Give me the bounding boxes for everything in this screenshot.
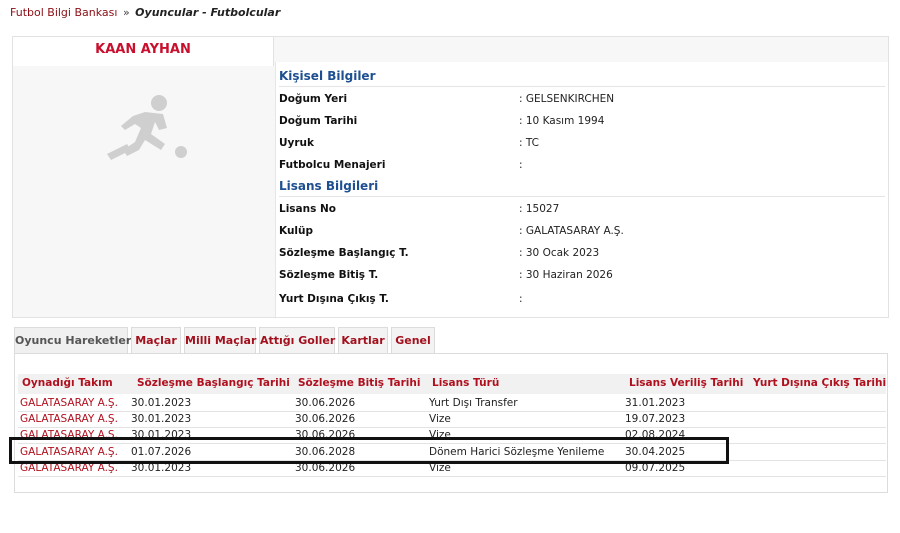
info-label: Yurt Dışına Çıkış T.	[279, 293, 389, 305]
info-value: : GELSENKIRCHEN	[519, 93, 615, 105]
cell-license-type: Yurt Dışı Transfer	[429, 397, 518, 409]
info-value: : GALATASARAY A.Ş.	[519, 225, 624, 237]
info-label: Doğum Yeri	[279, 93, 348, 105]
breadcrumb-separator: »	[122, 6, 130, 19]
info-value: : 10 Kasım 1994	[519, 115, 605, 127]
player-movements-table: Oynadığı Takım Sözleşme Başlangıç Tarihi…	[14, 353, 888, 493]
section-divider	[279, 196, 885, 197]
info-row-nationality: Uyruk : TC	[279, 137, 885, 157]
table-row: GALATASARAY A.Ş. 30.01.2023 30.06.2026 Y…	[18, 396, 886, 412]
info-label: Futbolcu Menajeri	[279, 159, 386, 171]
info-value: :	[519, 159, 523, 171]
breadcrumb: Futbol Bilgi Bankası » Oyuncular - Futbo…	[10, 6, 280, 19]
section-divider	[279, 86, 885, 87]
info-label: Uyruk	[279, 137, 315, 149]
player-photo	[13, 66, 273, 317]
breadcrumb-current: Oyuncular - Futbolcular	[135, 6, 281, 19]
column-header-contract-end: Sözleşme Bitiş Tarihi	[298, 377, 421, 389]
info-value: : 30 Ocak 2023	[519, 247, 600, 259]
info-label: Lisans No	[279, 203, 337, 215]
info-row-abroad-exit: Yurt Dışına Çıkış T. :	[279, 293, 885, 313]
info-row-contract-end: Sözleşme Bitiş T. : 30 Haziran 2026	[279, 269, 885, 289]
tab-player-movements[interactable]: Oyuncu Hareketleri	[14, 327, 135, 354]
player-info-panel: Kişisel Bilgiler Doğum Yeri : GELSENKIRC…	[275, 62, 888, 317]
table-row: GALATASARAY A.Ş. 30.01.2023 30.06.2026 V…	[18, 412, 886, 428]
info-row-birthplace: Doğum Yeri : GELSENKIRCHEN	[279, 93, 885, 113]
info-label: Kulüp	[279, 225, 314, 237]
info-row-license-no: Lisans No : 15027	[279, 203, 885, 223]
footballer-silhouette-icon	[107, 95, 187, 160]
cell-contract-end: 30.06.2026	[295, 413, 356, 425]
player-name-tab: KAAN AYHAN	[12, 36, 274, 66]
cell-team[interactable]: GALATASARAY A.Ş.	[20, 413, 118, 425]
info-row-agent: Futbolcu Menajeri :	[279, 159, 885, 179]
info-value: : 15027	[519, 203, 560, 215]
info-row-birthdate: Doğum Tarihi : 10 Kasım 1994	[279, 115, 885, 135]
info-value: : TC	[519, 137, 540, 149]
cell-license-date: 19.07.2023	[625, 413, 686, 425]
column-header-license-date: Lisans Veriliş Tarihi	[629, 377, 744, 389]
cell-contract-end: 30.06.2026	[295, 397, 356, 409]
info-value: : 30 Haziran 2026	[519, 269, 613, 281]
tab-goals[interactable]: Attığı Goller	[259, 327, 335, 353]
cell-license-date: 31.01.2023	[625, 397, 686, 409]
column-header-team: Oynadığı Takım	[22, 377, 113, 389]
tab-matches[interactable]: Maçlar	[131, 327, 181, 353]
player-name: KAAN AYHAN	[95, 42, 191, 57]
info-row-club: Kulüp : GALATASARAY A.Ş.	[279, 225, 885, 245]
column-header-contract-start: Sözleşme Başlangıç Tarihi	[137, 377, 290, 389]
tab-general[interactable]: Genel	[391, 327, 435, 353]
breadcrumb-root-link[interactable]: Futbol Bilgi Bankası	[10, 6, 117, 19]
column-header-license-type: Lisans Türü	[432, 377, 500, 389]
cell-contract-start: 30.01.2023	[131, 397, 192, 409]
column-header-abroad-exit: Yurt Dışına Çıkış Tarihi	[753, 377, 887, 389]
info-label: Doğum Tarihi	[279, 115, 358, 127]
tab-national-matches[interactable]: Milli Maçlar	[184, 327, 256, 353]
cell-team[interactable]: GALATASARAY A.Ş.	[20, 397, 118, 409]
license-info-title: Lisans Bilgileri	[279, 179, 379, 193]
personal-info-title: Kişisel Bilgiler	[279, 69, 376, 83]
row-highlight-box	[9, 437, 729, 464]
tab-cards[interactable]: Kartlar	[338, 327, 388, 353]
info-label: Sözleşme Bitiş T.	[279, 269, 379, 281]
cell-contract-start: 30.01.2023	[131, 413, 192, 425]
cell-license-type: Vize	[429, 413, 451, 425]
info-value: :	[519, 293, 523, 305]
info-label: Sözleşme Başlangıç T.	[279, 247, 409, 259]
info-row-contract-start: Sözleşme Başlangıç T. : 30 Ocak 2023	[279, 247, 885, 267]
